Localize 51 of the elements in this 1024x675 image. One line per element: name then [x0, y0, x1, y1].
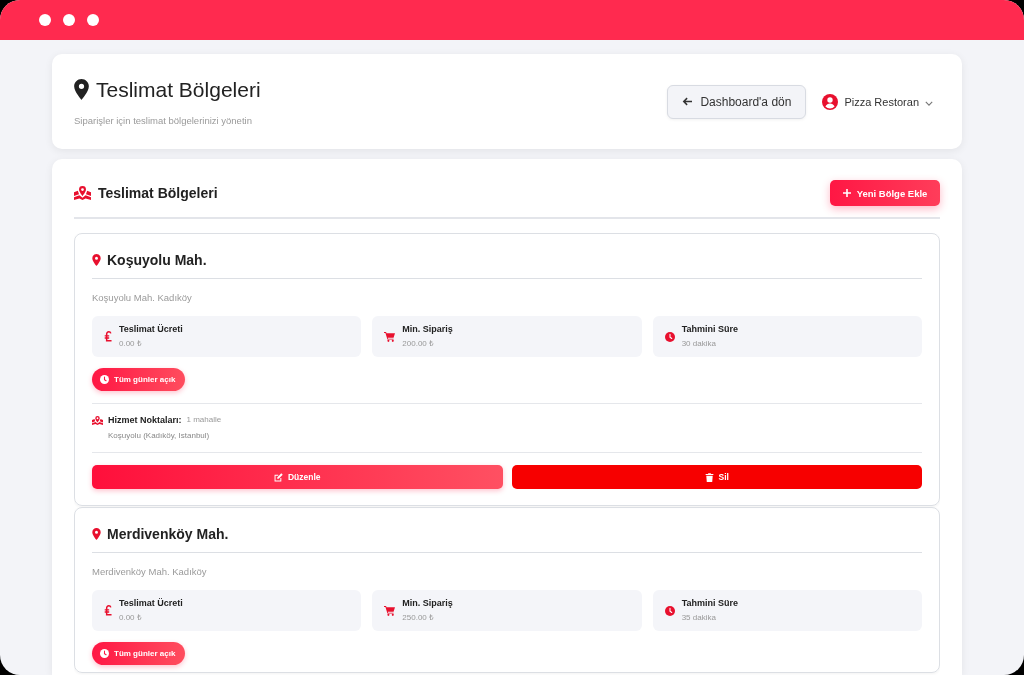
hours-text: Tüm günler açık — [114, 375, 176, 384]
page-title: Teslimat Bölgeleri — [96, 76, 261, 103]
shopping-cart-icon — [384, 331, 396, 342]
hours-text: Tüm günler açık — [114, 649, 176, 658]
clock-icon — [664, 605, 675, 616]
currency-icon — [104, 331, 112, 342]
stat-label: Tahmini Süre — [681, 324, 738, 335]
map-pin-icon — [92, 527, 101, 540]
edit-button[interactable]: Düzenle — [92, 465, 503, 489]
stat-value: 0.00 ₺ — [119, 613, 143, 623]
trash-icon — [704, 472, 714, 482]
zone-name: Koşuyolu Mah. — [107, 251, 207, 268]
map-icon — [92, 415, 103, 425]
window-dot-icon — [39, 14, 51, 26]
plus-icon — [842, 189, 851, 197]
stat-label: Teslimat Ücreti — [119, 324, 183, 335]
delete-button[interactable]: Sil — [511, 465, 922, 489]
zone-address: Koşuyolu Mah. Kadıköy — [92, 291, 193, 305]
chevron-down-icon — [925, 100, 933, 106]
stat-value: 250.00 ₺ — [402, 613, 436, 623]
map-pin-icon — [92, 253, 101, 266]
clock-icon — [664, 331, 675, 342]
user-menu[interactable]: Pizza Restoran — [822, 93, 933, 110]
window-dot-icon — [87, 14, 99, 26]
page-subtitle: Siparişler için teslimat bölgelerinizi yönetin — [74, 113, 253, 128]
shopping-cart-icon — [384, 605, 396, 616]
zone-name: Merdivenköy Mah. — [107, 525, 229, 542]
service-points-count: 1 mahalle — [186, 414, 222, 426]
service-points-label: Hizmet Noktaları: — [108, 414, 182, 427]
stat-value: 200.00 ₺ — [402, 339, 436, 349]
window-dot-icon — [63, 14, 75, 26]
back-button[interactable]: Dashboard'a dön — [667, 84, 807, 119]
currency-icon — [104, 605, 112, 616]
arrow-left-icon — [682, 97, 694, 106]
stat-label: Min. Sipariş — [402, 598, 453, 609]
stat-value: 30 dakika — [681, 339, 717, 349]
clock-icon — [100, 649, 109, 658]
section-title: Teslimat Bölgeleri — [98, 185, 218, 201]
stat-label: Min. Sipariş — [402, 324, 453, 335]
zone-address: Merdivenköy Mah. Kadıköy — [92, 565, 208, 579]
stat-value: 35 dakika — [681, 613, 717, 623]
user-avatar-icon — [822, 93, 839, 110]
service-point: Koşuyolu (Kadıköy, Istanbul) — [108, 430, 210, 442]
stat-label: Tahmini Süre — [681, 598, 738, 609]
clock-icon — [100, 375, 109, 384]
map-icon — [74, 186, 91, 200]
add-zone-button[interactable]: Yeni Bölge Ekle — [830, 180, 940, 206]
stat-value: 0.00 ₺ — [119, 339, 143, 349]
map-pin-icon — [74, 79, 89, 100]
edit-icon — [273, 472, 283, 482]
stat-label: Teslimat Ücreti — [119, 598, 183, 609]
